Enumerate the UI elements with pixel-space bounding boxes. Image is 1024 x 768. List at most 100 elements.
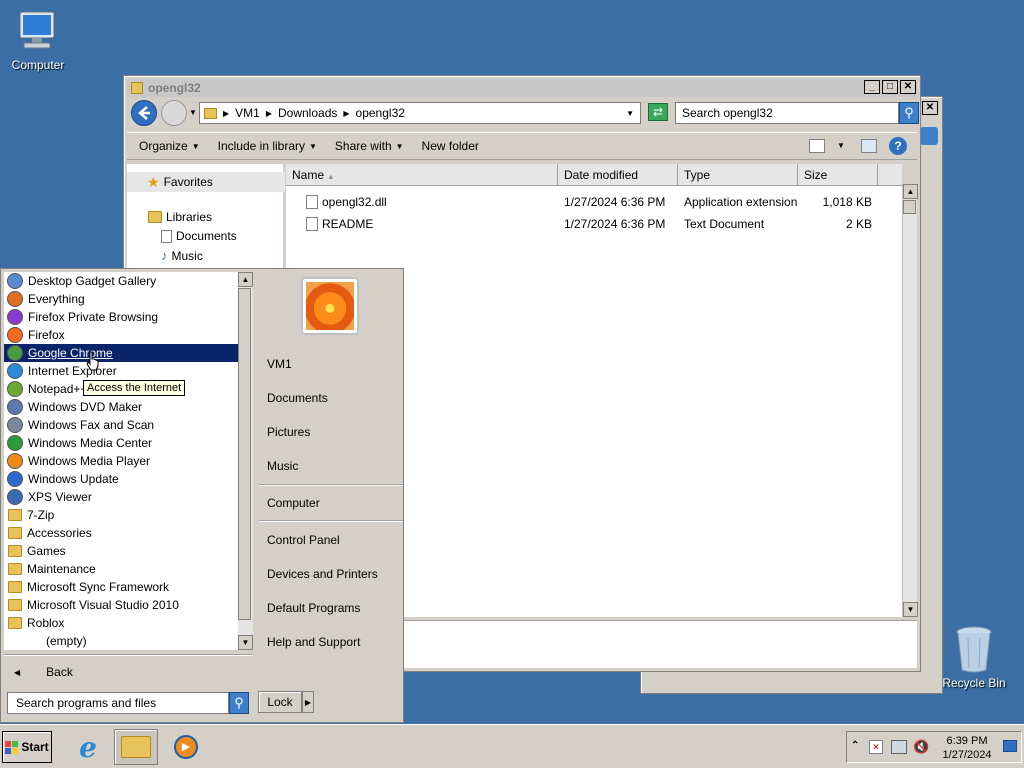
program-item[interactable]: Games — [4, 542, 238, 560]
program-item[interactable]: Windows Fax and Scan — [4, 416, 238, 434]
chevron-down-icon[interactable]: ▼ — [189, 108, 197, 117]
scroll-down-button[interactable]: ▼ — [238, 635, 253, 650]
scroll-up-button[interactable]: ▲ — [238, 272, 253, 287]
scroll-thumb[interactable] — [903, 200, 916, 214]
close-button[interactable]: ✕ — [900, 80, 916, 94]
program-item[interactable]: Maintenance — [4, 560, 238, 578]
tooltip: Access the Internet — [83, 380, 186, 396]
program-item[interactable]: XPS Viewer — [4, 488, 238, 506]
start-item-devices[interactable]: Devices and Printers — [267, 567, 378, 581]
breadcrumb-downloads[interactable]: Downloads — [278, 106, 337, 120]
chevron-right-icon[interactable]: ▶ — [266, 109, 272, 118]
search-icon[interactable] — [920, 127, 938, 145]
minimize-button[interactable]: _ — [864, 80, 880, 94]
search-input[interactable]: Search opengl32 — [675, 102, 899, 124]
chevron-down-icon[interactable]: ▼ — [626, 109, 634, 118]
start-item-music[interactable]: Music — [267, 459, 298, 473]
column-date[interactable]: Date modified — [558, 164, 678, 185]
desktop-icon-recycle-bin[interactable]: Recycle Bin — [934, 624, 1014, 690]
back-label: Back — [46, 665, 73, 679]
nav-documents[interactable]: Documents — [161, 229, 237, 243]
address-bar[interactable]: ▶ VM1 ▶ Downloads ▶ opengl32 ▼ — [199, 102, 641, 124]
nav-libraries[interactable]: Libraries — [147, 210, 212, 224]
close-icon[interactable]: ✕ — [922, 101, 938, 115]
column-size[interactable]: Size — [798, 164, 878, 185]
separator — [259, 520, 403, 522]
power-options-button[interactable]: ▶ — [302, 691, 314, 713]
nav-music[interactable]: ♪ Music — [161, 248, 203, 263]
column-type[interactable]: Type — [678, 164, 798, 185]
preview-pane-icon[interactable] — [861, 139, 877, 153]
program-item[interactable]: Desktop Gadget Gallery — [4, 272, 238, 290]
organize-button[interactable]: Organize ▼ — [139, 139, 200, 153]
program-item[interactable]: Microsoft Sync Framework — [4, 578, 238, 596]
start-item-user[interactable]: VM1 — [267, 357, 292, 371]
chevron-right-icon[interactable]: ▶ — [343, 109, 349, 118]
start-item-computer[interactable]: Computer — [267, 496, 320, 510]
ie-icon: e — [79, 730, 97, 764]
table-row[interactable]: README 1/27/2024 6:36 PM Text Document 2 KB — [286, 213, 902, 235]
start-item-pictures[interactable]: Pictures — [267, 425, 310, 439]
folder-icon — [8, 527, 22, 539]
include-in-library-button[interactable]: Include in library ▼ — [218, 139, 317, 153]
start-search-input[interactable]: Search programs and files — [7, 692, 229, 714]
program-item[interactable]: Windows DVD Maker — [4, 398, 238, 416]
start-item-control-panel[interactable]: Control Panel — [267, 533, 340, 547]
chevron-down-icon[interactable]: ▼ — [837, 141, 845, 150]
lock-button[interactable]: Lock — [258, 691, 302, 713]
program-item[interactable]: Windows Media Center — [4, 434, 238, 452]
scroll-up-button[interactable]: ▲ — [903, 184, 918, 199]
forward-arrow-icon[interactable] — [161, 100, 187, 126]
program-item[interactable]: Microsoft Visual Studio 2010 — [4, 596, 238, 614]
taskbar-explorer-button[interactable] — [114, 729, 158, 765]
desktop-icon-computer[interactable]: Computer — [0, 8, 78, 72]
program-item[interactable]: Everything — [4, 290, 238, 308]
search-icon[interactable]: ⚲ — [229, 692, 249, 714]
action-center-flag-icon[interactable]: ✕ — [869, 740, 883, 754]
taskbar-media-player-button[interactable]: ▶ — [168, 731, 204, 763]
back-arrow-icon[interactable] — [131, 100, 157, 126]
breadcrumb-opengl32[interactable]: opengl32 — [356, 106, 405, 120]
window-titlebar[interactable]: opengl32 — [127, 79, 917, 97]
column-name[interactable]: Name ▲ — [286, 164, 558, 185]
program-item[interactable]: Firefox Private Browsing — [4, 308, 238, 326]
network-icon[interactable] — [891, 740, 907, 754]
nav-label: Favorites — [163, 175, 213, 189]
nav-label: Libraries — [166, 210, 213, 224]
taskbar-ie-button[interactable]: e — [70, 730, 106, 764]
program-item[interactable]: Windows Update — [4, 470, 238, 488]
help-icon[interactable]: ? — [889, 137, 907, 155]
program-item[interactable]: 7-Zip — [4, 506, 238, 524]
start-item-default-programs[interactable]: Default Programs — [267, 601, 360, 615]
nav-favorites[interactable]: ★ Favorites — [127, 172, 285, 192]
start-item-documents[interactable]: Documents — [267, 391, 328, 405]
scroll-down-button[interactable]: ▼ — [903, 602, 918, 617]
file-list-scrollbar[interactable]: ▲ ▼ — [902, 184, 918, 617]
start-button[interactable]: Start — [2, 731, 52, 763]
program-item[interactable]: Google Chrome — [4, 344, 238, 362]
maximize-button[interactable]: □ — [882, 80, 898, 94]
chevron-right-icon[interactable]: ▶ — [223, 109, 229, 118]
chevron-up-icon[interactable]: ⌃ — [851, 740, 859, 751]
new-folder-button[interactable]: New folder — [422, 139, 479, 153]
program-item[interactable]: Firefox — [4, 326, 238, 344]
program-item[interactable]: Accessories — [4, 524, 238, 542]
program-item[interactable]: Roblox — [4, 614, 238, 632]
search-icon[interactable]: ⚲ — [899, 102, 919, 124]
volume-muted-icon[interactable]: 🔇 — [913, 739, 929, 755]
back-button[interactable]: ◀ Back — [4, 661, 253, 683]
refresh-icon[interactable]: ⇄ — [648, 103, 668, 121]
scroll-thumb[interactable] — [238, 288, 251, 620]
user-avatar[interactable] — [301, 277, 359, 335]
breadcrumb-vm1[interactable]: VM1 — [235, 106, 260, 120]
clock[interactable]: 6:39 PM 1/27/2024 — [935, 734, 999, 762]
program-item[interactable]: Internet Explorer — [4, 362, 238, 380]
show-desktop-icon[interactable] — [1003, 740, 1017, 752]
start-item-help[interactable]: Help and Support — [267, 635, 360, 649]
table-row[interactable]: opengl32.dll 1/27/2024 6:36 PM Application… — [286, 191, 902, 213]
share-with-button[interactable]: Share with ▼ — [335, 139, 404, 153]
view-options-icon[interactable] — [809, 139, 825, 153]
program-list-scrollbar[interactable]: ▲ ▼ — [238, 272, 253, 650]
start-label: Start — [21, 740, 49, 754]
program-item[interactable]: Windows Media Player — [4, 452, 238, 470]
